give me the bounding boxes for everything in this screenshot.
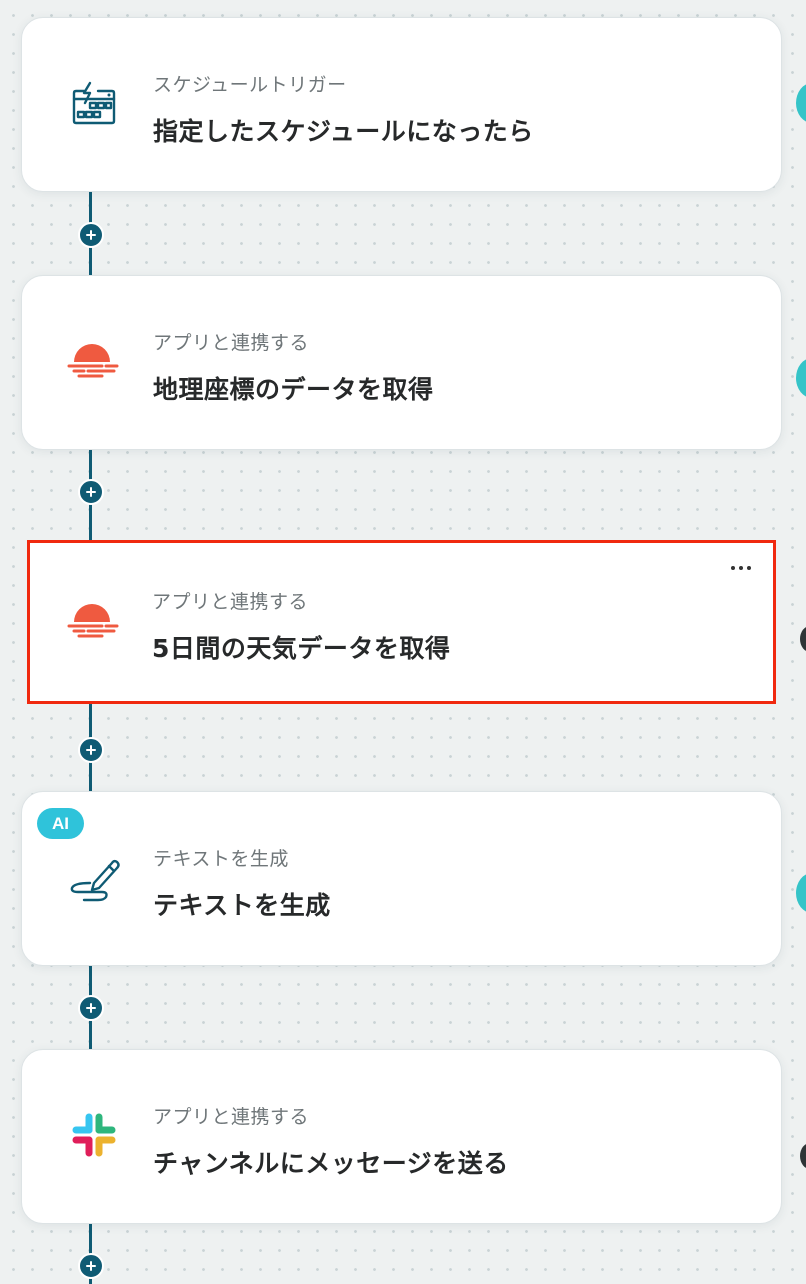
step-card-send-channel-message[interactable]: アプリと連携する チャンネルにメッセージを送る xyxy=(21,1049,782,1224)
side-status-bubble xyxy=(796,873,806,913)
step-type-label: テキストを生成 xyxy=(153,848,289,870)
plus-icon xyxy=(86,1261,96,1271)
plus-icon xyxy=(86,230,96,240)
weather-app-icon xyxy=(66,593,122,649)
step-title: 地理座標のデータを取得 xyxy=(153,375,434,404)
calendar-schedule-icon xyxy=(66,75,122,131)
plus-icon xyxy=(86,745,96,755)
ellipsis-icon[interactable] xyxy=(723,557,759,579)
add-step-button[interactable] xyxy=(78,737,104,763)
plus-icon xyxy=(86,1003,96,1013)
side-status-bubble xyxy=(796,83,806,123)
slack-icon xyxy=(66,1107,122,1163)
step-title: 5日間の天気データを取得 xyxy=(152,634,451,663)
step-type-label: アプリと連携する xyxy=(153,332,310,354)
ai-badge: AI xyxy=(37,808,84,839)
step-card-generate-text[interactable]: テキストを生成 テキストを生成 xyxy=(21,791,782,966)
add-step-button[interactable] xyxy=(78,995,104,1021)
step-type-label: アプリと連携する xyxy=(153,1106,310,1128)
weather-app-icon xyxy=(66,333,122,389)
side-status-bubble xyxy=(800,1143,806,1169)
step-card-get-5day-weather[interactable]: アプリと連携する 5日間の天気データを取得 xyxy=(27,540,776,704)
step-title: 指定したスケジュールになったら xyxy=(153,117,534,146)
step-type-label: アプリと連携する xyxy=(152,591,309,613)
side-status-bubble xyxy=(796,358,806,398)
step-type-label: スケジュールトリガー xyxy=(153,74,347,96)
add-step-button[interactable] xyxy=(78,222,104,248)
step-card-get-geo-coordinates[interactable]: アプリと連携する 地理座標のデータを取得 xyxy=(21,275,782,450)
add-step-button[interactable] xyxy=(78,1253,104,1279)
add-step-button[interactable] xyxy=(78,479,104,505)
step-title: チャンネルにメッセージを送る xyxy=(153,1149,509,1178)
step-title: テキストを生成 xyxy=(153,891,331,920)
pen-text-icon xyxy=(66,849,122,905)
side-status-bubble xyxy=(800,626,806,652)
plus-icon xyxy=(86,487,96,497)
step-card-schedule-trigger[interactable]: スケジュールトリガー 指定したスケジュールになったら xyxy=(21,17,782,192)
